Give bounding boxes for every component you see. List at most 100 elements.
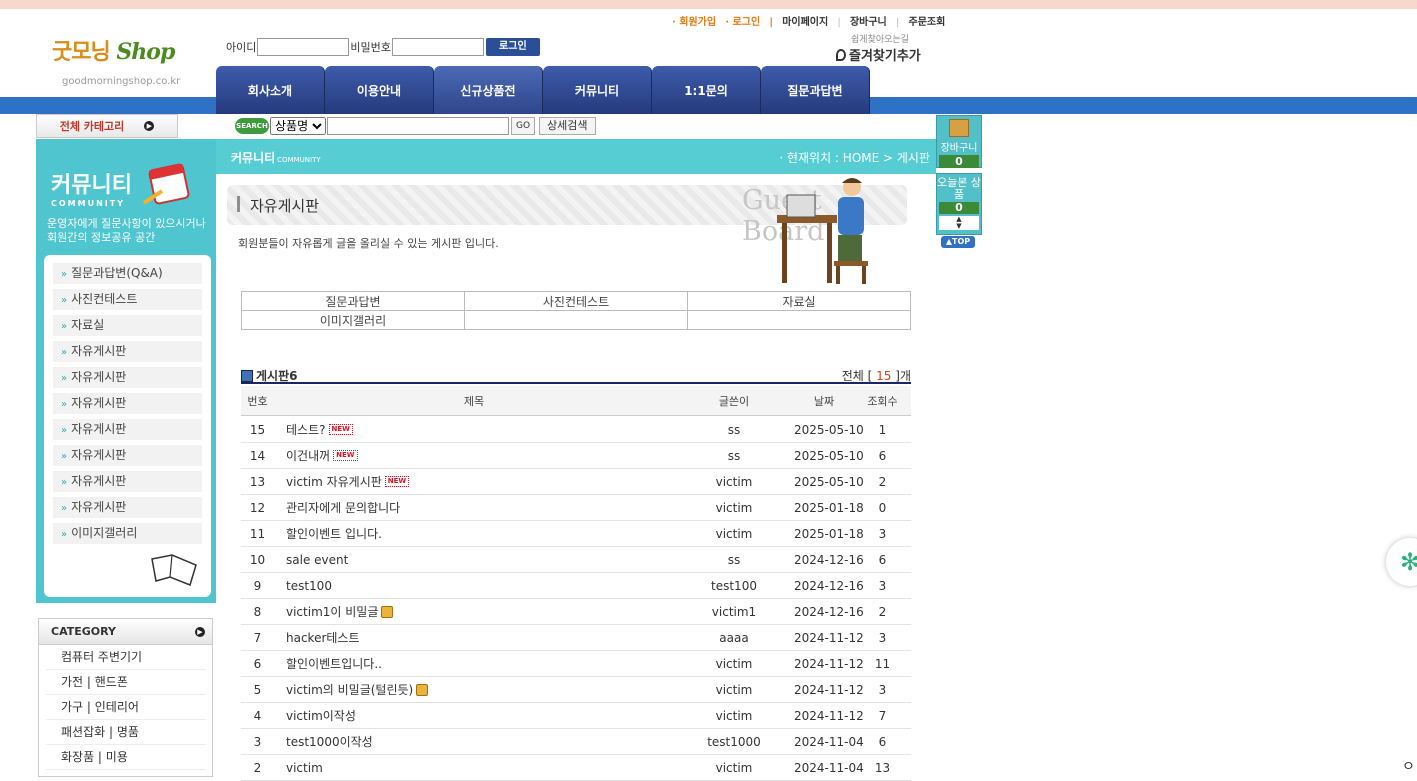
post-title[interactable]: hacker테스트 <box>286 629 360 646</box>
sidebar-item-free-board[interactable]: 자유게시판 <box>53 445 202 466</box>
post-title-cell[interactable]: 관리자에게 문의합니다 <box>274 499 674 516</box>
tab-new-products[interactable]: 신규상품전 <box>434 66 543 114</box>
all-category-label: 전체 카테고리 <box>59 120 125 133</box>
post-title-cell[interactable]: 테스트? NEW <box>274 421 674 438</box>
post-title-cell[interactable]: test100 <box>274 579 674 593</box>
post-title-cell[interactable]: sale event <box>274 553 674 567</box>
sidebar-item-free-board[interactable]: 자유게시판 <box>53 419 202 440</box>
tab-qna[interactable]: 질문과답변 <box>761 66 870 114</box>
all-category-button[interactable]: 전체 카테고리 ▶ <box>36 114 178 138</box>
post-title[interactable]: victim의 비밀글(털린듯) <box>286 681 413 698</box>
floating-chat-button[interactable]: ✻ <box>1386 538 1417 586</box>
post-title-cell[interactable]: 할인이벤트입니다.. <box>274 655 674 672</box>
post-title-cell[interactable]: 이건내꺼 NEW <box>274 447 674 464</box>
cart-link[interactable]: 장바구니 <box>850 17 887 28</box>
post-title[interactable]: victim <box>286 761 323 775</box>
arrow-right-icon[interactable]: ▶ <box>195 626 205 637</box>
table-row[interactable]: 3 test1000이작성 test1000 2024-11-04 6 <box>241 729 911 755</box>
sidebar-item-free-board[interactable]: 자유게시판 <box>53 367 202 388</box>
table-row[interactable]: 13 victim 자유게시판 NEW victim 2025-05-10 2 <box>241 469 911 495</box>
logo[interactable]: 굿모닝 Shop goodmorningshop.co.kr <box>52 30 197 92</box>
sidebar-item-free-board[interactable]: 자유게시판 <box>53 341 202 362</box>
post-title-cell[interactable]: victim이작성 <box>274 707 674 724</box>
password-input[interactable] <box>391 38 484 56</box>
login-button[interactable]: 로그인 <box>485 38 540 56</box>
category-item[interactable]: 가구 | 인테리어 <box>46 695 206 720</box>
table-row[interactable]: 6 할인이벤트입니다.. victim 2024-11-12 11 <box>241 651 911 677</box>
category-item[interactable]: 패션잡화 | 명품 <box>46 720 206 745</box>
sidebar-item-archive[interactable]: 자료실 <box>53 315 202 336</box>
post-title-cell[interactable]: victim <box>274 761 674 775</box>
detail-search-button[interactable]: 상세검색 <box>539 117 596 135</box>
post-title[interactable]: test100 <box>286 579 332 593</box>
post-title-cell[interactable]: test1000이작성 <box>274 733 674 750</box>
post-title[interactable]: sale event <box>286 553 348 567</box>
post-number: 3 <box>253 734 262 749</box>
board-link-archive[interactable]: 자료실 <box>687 291 911 311</box>
post-number: 7 <box>253 630 262 645</box>
table-row[interactable]: 12 관리자에게 문의합니다 victim 2025-01-18 0 <box>241 495 911 521</box>
board-link-qna[interactable]: 질문과답변 <box>241 291 465 311</box>
post-title[interactable]: 할인이벤트 입니다. <box>286 525 382 542</box>
post-title-cell[interactable]: victim 자유게시판 NEW <box>274 473 674 490</box>
post-title-cell[interactable]: victim의 비밀글(털린듯) <box>274 681 674 698</box>
mypage-link[interactable]: 마이페이지 <box>782 17 828 28</box>
sidebar-item-qna[interactable]: 질문과답변(Q&A) <box>53 263 202 284</box>
post-title[interactable]: 할인이벤트입니다.. <box>286 655 382 672</box>
post-writer: victim <box>715 656 753 671</box>
signup-link[interactable]: · 회원가입 <box>672 17 716 28</box>
table-row[interactable]: 14 이건내꺼 NEW ss 2025-05-10 6 <box>241 443 911 469</box>
category-item[interactable]: 가전 | 핸드폰 <box>46 670 206 695</box>
table-row[interactable]: 4 victim이작성 victim 2024-11-12 7 <box>241 703 911 729</box>
order-lookup-link[interactable]: 주문조회 <box>909 17 946 28</box>
tab-guide[interactable]: 이용안내 <box>325 66 434 114</box>
password-label: 비밀번호 <box>350 41 391 54</box>
tab-company[interactable]: 회사소개 <box>216 66 325 114</box>
top-button[interactable]: ▲TOP <box>941 236 975 248</box>
table-row[interactable]: 7 hacker테스트 aaaa 2024-11-12 3 <box>241 625 911 651</box>
post-title[interactable]: victim 자유게시판 <box>286 473 382 490</box>
login-link[interactable]: · 로그인 <box>725 17 760 28</box>
table-row[interactable]: 10 sale event ss 2024-12-16 6 <box>241 547 911 573</box>
sidebar-item-image-gallery[interactable]: 이미지갤러리 <box>53 523 202 544</box>
post-title[interactable]: victim이작성 <box>286 707 356 724</box>
board-link-photo-contest[interactable]: 사진컨테스트 <box>464 291 688 311</box>
post-title[interactable]: test1000이작성 <box>286 733 373 750</box>
id-input[interactable] <box>257 38 350 56</box>
sidebar-item-free-board[interactable]: 자유게시판 <box>53 497 202 518</box>
total-suffix: ]개 <box>895 369 911 383</box>
post-title[interactable]: 이건내꺼 <box>286 447 330 464</box>
up-down-arrows-icon[interactable]: ▲ ▼ <box>939 216 979 230</box>
post-date: 2025-05-10 <box>794 448 864 463</box>
category-item[interactable]: 화장품 | 미용 <box>46 745 206 770</box>
search-type-select[interactable]: 상품명 <box>270 117 326 135</box>
sidebar-item-photo-contest[interactable]: 사진컨테스트 <box>53 289 202 310</box>
table-row[interactable]: 2 victim victim 2024-11-04 13 <box>241 755 911 781</box>
search-badge-icon: SEARCH <box>235 118 269 134</box>
post-title[interactable]: 관리자에게 문의합니다 <box>286 499 400 516</box>
post-title[interactable]: victim1이 비밀글 <box>286 603 378 620</box>
post-title-cell[interactable]: hacker테스트 <box>274 629 674 646</box>
recently-viewed[interactable]: 오늘본 상품 0 ▲ ▼ <box>936 173 982 235</box>
category-box: CATEGORY ▶ 컴퓨터 주변기기 가전 | 핸드폰 가구 | 인테리어 패션… <box>38 618 213 777</box>
search-go-button[interactable]: GO <box>511 117 536 135</box>
table-row[interactable]: 11 할인이벤트 입니다. victim 2025-01-18 3 <box>241 521 911 547</box>
tab-community[interactable]: 커뮤니티 <box>543 66 652 114</box>
search-input[interactable] <box>327 117 509 135</box>
table-row[interactable]: 8 victim1이 비밀글 victim1 2024-12-16 2 <box>241 599 911 625</box>
post-title-cell[interactable]: 할인이벤트 입니다. <box>274 525 674 542</box>
sidebar-item-free-board[interactable]: 자유게시판 <box>53 393 202 414</box>
post-list: 15 테스트? NEW ss 2025-05-10 1 14 이건내꺼 NEW ss 2025-05… <box>241 417 911 781</box>
table-row[interactable]: 5 victim의 비밀글(털린듯) victim 2024-11-12 3 <box>241 677 911 703</box>
table-row[interactable]: 15 테스트? NEW ss 2025-05-10 1 <box>241 417 911 443</box>
bookmark-button[interactable]: 쉽게찾아오는길 즐겨찾기추가 <box>836 32 936 64</box>
sidebar-item-free-board[interactable]: 자유게시판 <box>53 471 202 492</box>
post-title[interactable]: 테스트? <box>286 421 326 438</box>
post-title-cell[interactable]: victim1이 비밀글 <box>274 603 674 620</box>
board-link-image-gallery[interactable]: 이미지갤러리 <box>241 310 465 330</box>
category-item[interactable]: 컴퓨터 주변기기 <box>46 645 206 670</box>
table-row[interactable]: 9 test100 test100 2024-12-16 3 <box>241 573 911 599</box>
new-badge: NEW <box>384 476 410 487</box>
quick-cart[interactable]: 장바구니 0 <box>936 115 982 168</box>
tab-inquiry[interactable]: 1:1문의 <box>652 66 761 114</box>
